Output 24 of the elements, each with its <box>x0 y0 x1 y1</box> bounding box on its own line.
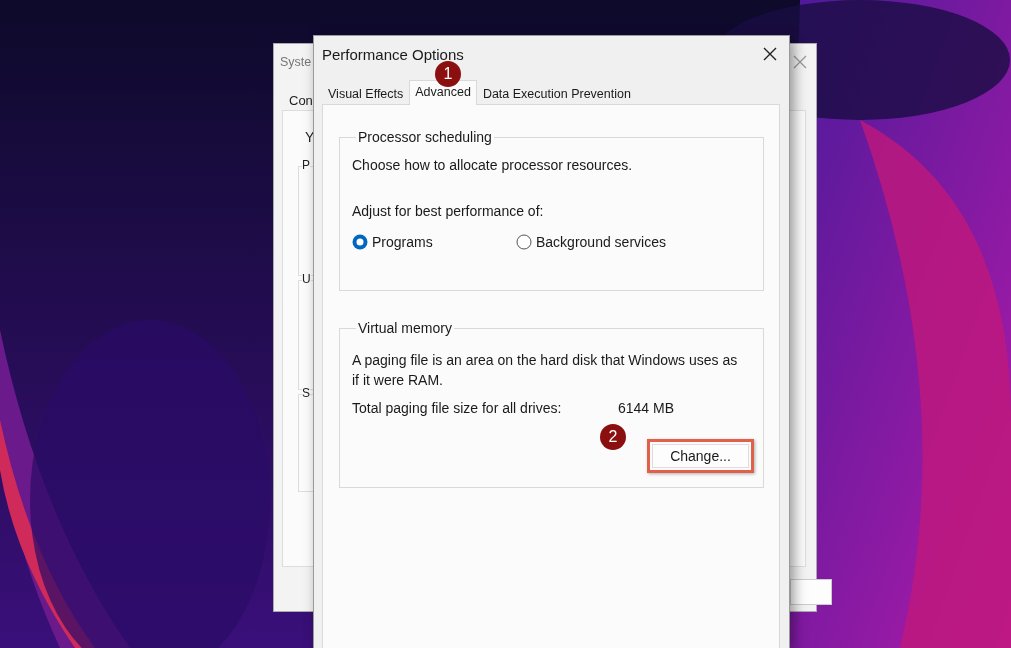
option-label[interactable]: Background services <box>536 234 666 250</box>
description-text: Choose how to allocate processor resources. <box>352 157 634 173</box>
group-title: Virtual memory <box>357 320 453 336</box>
change-button[interactable]: Change... <box>652 444 749 468</box>
tab[interactable]: Con <box>289 93 313 108</box>
tab[interactable]: Advanced <box>409 80 477 105</box>
total-label: Total paging file size for all drives: <box>352 400 563 416</box>
group-title: Processor scheduling <box>357 129 493 145</box>
radio-button[interactable] <box>352 234 368 250</box>
window-title: Performance Options <box>322 45 464 63</box>
prompt-text: Adjust for best performance of: <box>352 203 545 219</box>
group-label: P <box>302 158 310 172</box>
step-marker: 1 <box>435 61 461 87</box>
window-title: Syste <box>280 55 312 69</box>
description-text: A paging file is an area on the hard disk that Windows uses as if it were RAM. <box>352 351 739 390</box>
radio-button[interactable] <box>516 234 532 250</box>
total-value: 6144 MB <box>618 400 675 416</box>
button[interactable] <box>790 579 832 605</box>
tab[interactable]: Visual Effects <box>322 84 410 104</box>
group-label: U <box>302 272 311 286</box>
tab[interactable]: Data Execution Prevention <box>476 84 637 104</box>
close-icon[interactable] <box>763 47 777 61</box>
group-label: S <box>302 386 310 400</box>
option-label[interactable]: Programs <box>372 234 433 250</box>
